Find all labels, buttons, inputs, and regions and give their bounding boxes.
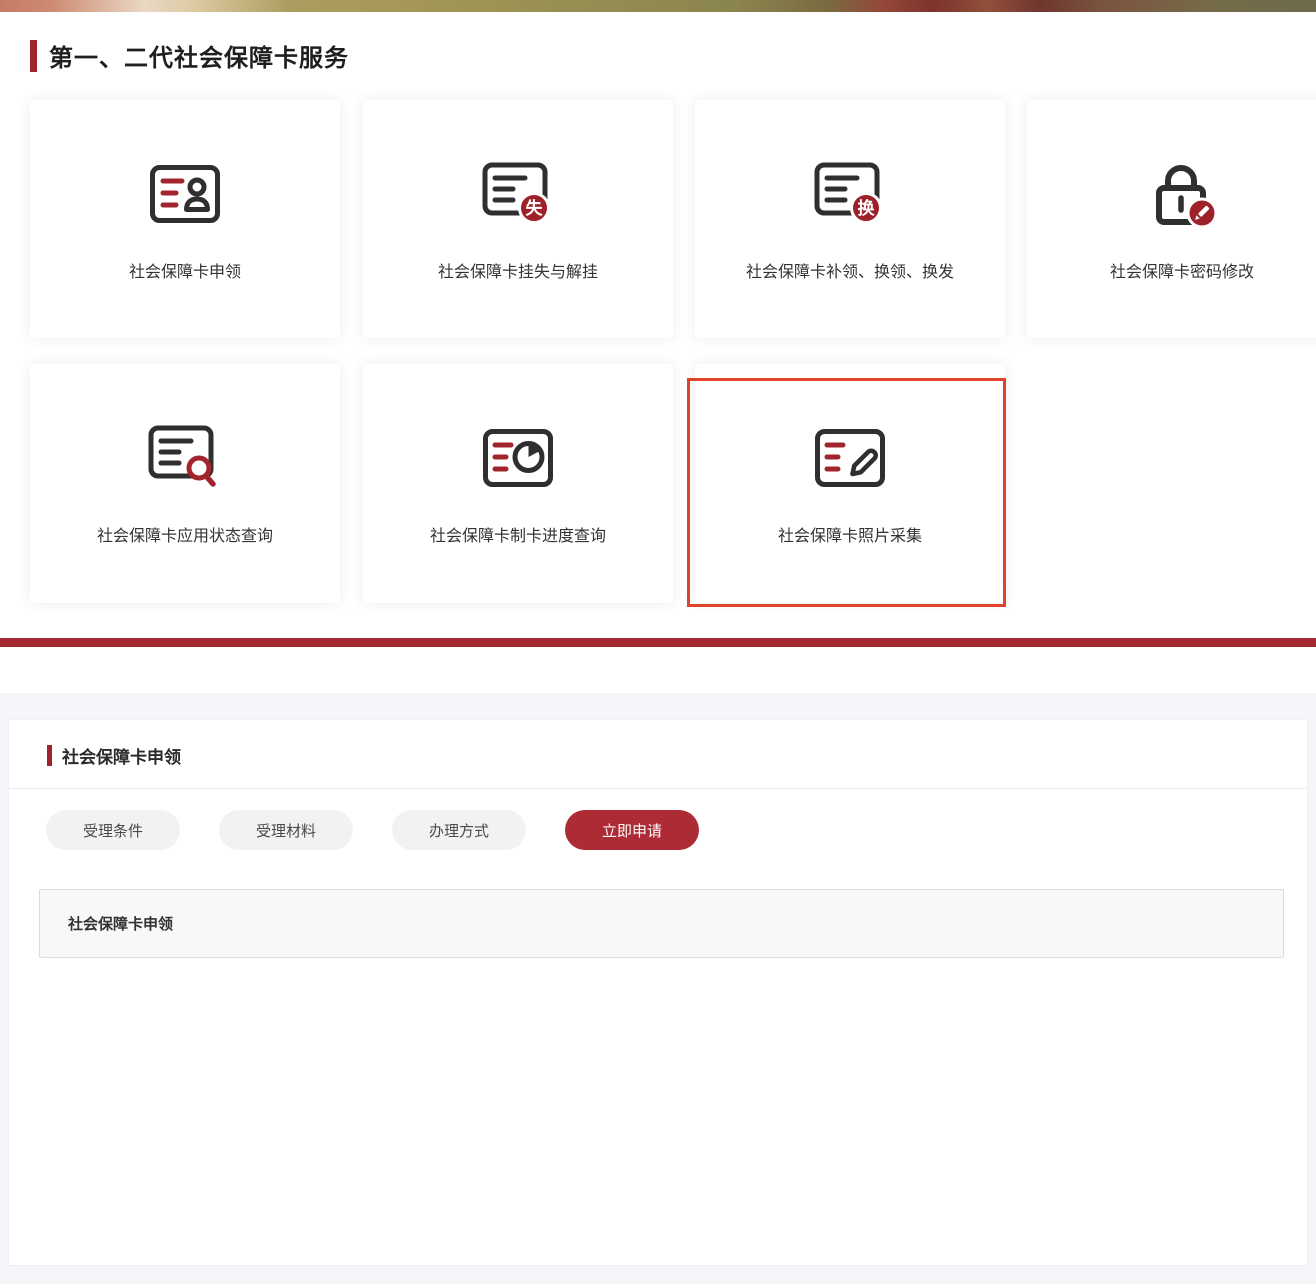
card-replace-badge-icon: 换: [813, 158, 887, 230]
card-search-icon: [147, 422, 223, 494]
service-card-label: 社会保障卡补领、换领、换发: [746, 258, 954, 282]
lock-edit-icon: [1144, 158, 1220, 230]
service-card-status-query[interactable]: 社会保障卡应用状态查询: [30, 364, 340, 603]
tab-acceptance-materials[interactable]: 受理材料: [219, 810, 353, 850]
service-card-label: 社会保障卡密码修改: [1110, 258, 1254, 282]
service-card-loss-report[interactable]: 失 社会保障卡挂失与解挂: [363, 100, 673, 338]
detail-section-background: 社会保障卡申领 受理条件 受理材料 办理方式 立即申请 社会保障卡申领: [0, 693, 1316, 1284]
service-card-label: 社会保障卡申领: [129, 258, 241, 282]
service-card-label: 社会保障卡照片采集: [778, 522, 922, 546]
card-edit-pencil-icon: [814, 422, 886, 494]
detail-panel-title: 社会保障卡申领: [62, 743, 181, 768]
service-card-label: 社会保障卡应用状态查询: [97, 522, 273, 546]
red-section-divider: [0, 638, 1316, 647]
service-card-card-apply[interactable]: 社会保障卡申领: [30, 100, 340, 338]
section1-title: 第一、二代社会保障卡服务: [49, 38, 349, 73]
card-loss-badge-icon: 失: [481, 158, 555, 230]
replace-badge-text: 换: [858, 198, 876, 218]
title-accent-bar: [30, 40, 37, 72]
card-progress-clock-icon: [482, 422, 554, 494]
header-banner-image: [0, 0, 1316, 12]
loss-badge-text: 失: [526, 198, 544, 218]
service-card-label: 社会保障卡挂失与解挂: [438, 258, 598, 282]
content-heading: 社会保障卡申领: [68, 913, 173, 934]
service-card-password-change[interactable]: 社会保障卡密码修改: [1027, 100, 1316, 338]
service-card-replace[interactable]: 换 社会保障卡补领、换领、换发: [695, 100, 1005, 338]
detail-tabs: 受理条件 受理材料 办理方式 立即申请: [46, 810, 699, 850]
detail-panel: 社会保障卡申领 受理条件 受理材料 办理方式 立即申请 社会保障卡申领: [8, 719, 1308, 1266]
content-box: 社会保障卡申领: [39, 889, 1284, 958]
tab-acceptance-conditions[interactable]: 受理条件: [46, 810, 180, 850]
tab-apply-now[interactable]: 立即申请: [565, 810, 699, 850]
section1-header: 第一、二代社会保障卡服务: [30, 38, 349, 73]
title-accent-bar: [47, 745, 52, 766]
detail-panel-header: 社会保障卡申领: [47, 743, 181, 768]
service-card-label: 社会保障卡制卡进度查询: [430, 522, 606, 546]
id-card-person-icon: [149, 158, 221, 230]
service-card-photo-collection[interactable]: 社会保障卡照片采集: [695, 364, 1005, 603]
service-card-progress-query[interactable]: 社会保障卡制卡进度查询: [363, 364, 673, 603]
panel-divider: [9, 788, 1307, 789]
tab-handling-method[interactable]: 办理方式: [392, 810, 526, 850]
